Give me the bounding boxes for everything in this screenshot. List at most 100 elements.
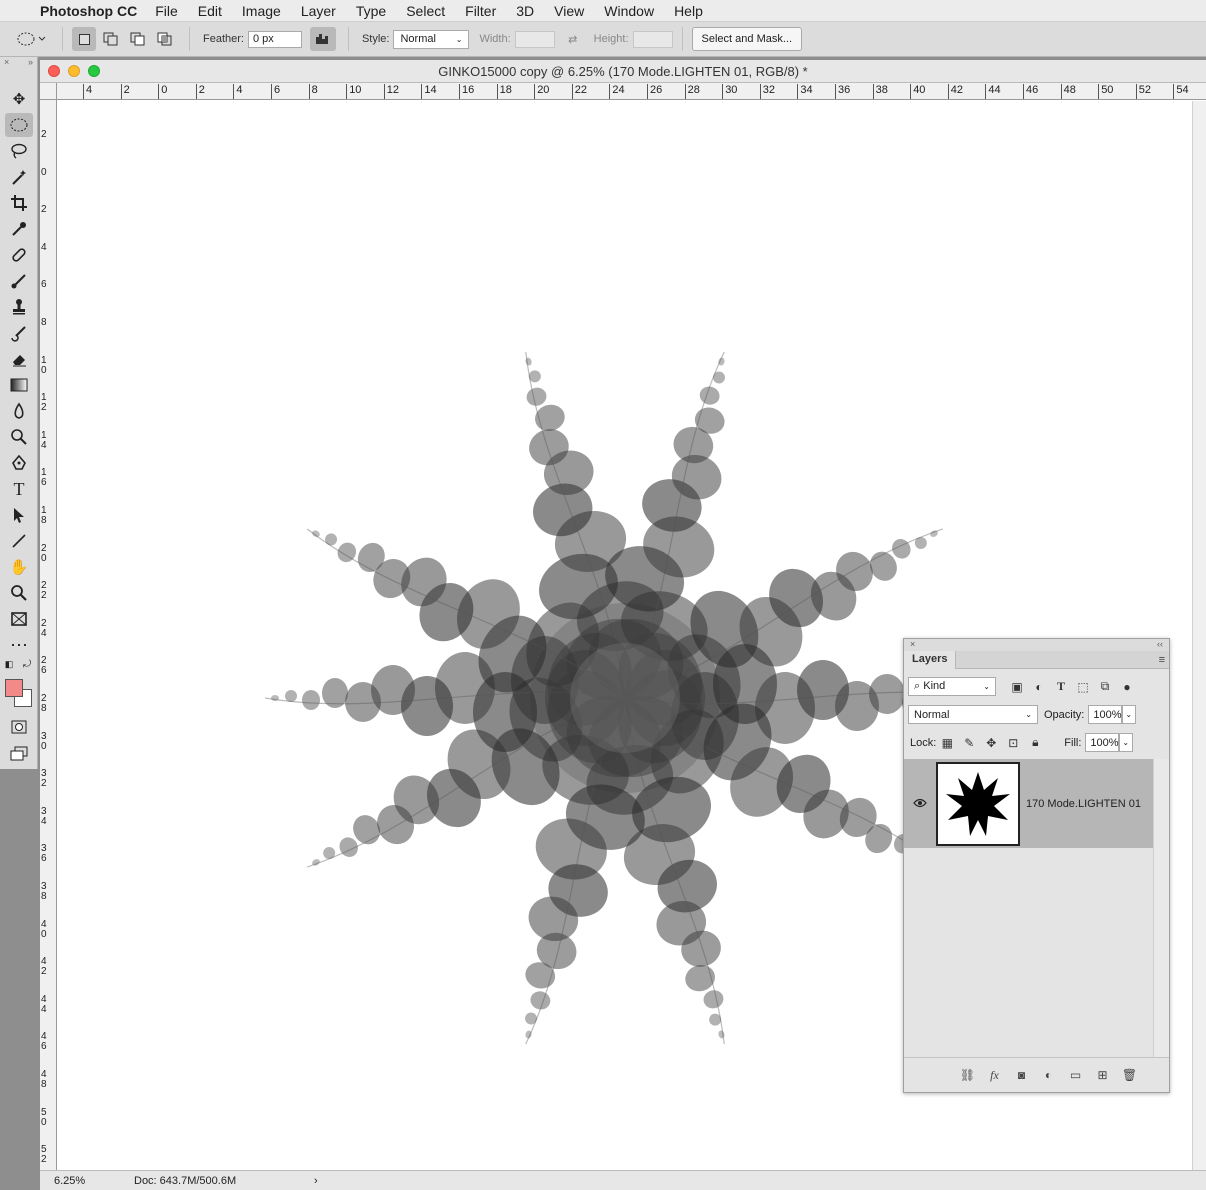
menu-edit[interactable]: Edit (198, 3, 222, 19)
intersect-selection-button[interactable] (153, 27, 177, 51)
menu-help[interactable]: Help (674, 3, 703, 19)
tools-panel: × » ✥ T ✋ ⋯ ◧ ⤾ (0, 57, 38, 769)
hand-tool-icon[interactable]: ✋ (5, 555, 33, 579)
lasso-tool-icon[interactable] (5, 139, 33, 163)
default-colors-icon[interactable]: ◧ (2, 657, 16, 671)
lock-all-icon[interactable]: 🔒︎ (1024, 735, 1046, 750)
new-layer-icon[interactable]: ⊞ (1089, 1068, 1116, 1082)
quick-mask-icon[interactable] (5, 715, 33, 739)
path-selection-tool-icon[interactable] (5, 503, 33, 527)
anti-alias-button[interactable] (309, 27, 336, 51)
lock-artboard-icon[interactable]: ⊡ (1002, 736, 1024, 750)
opacity-input[interactable]: 100% (1088, 705, 1123, 724)
gradient-tool-icon[interactable] (5, 373, 33, 397)
history-brush-tool-icon[interactable] (5, 321, 33, 345)
filter-toggle-icon[interactable]: ● (1116, 680, 1138, 694)
close-icon[interactable]: × (4, 57, 9, 69)
select-and-mask-button[interactable]: Select and Mask... (691, 27, 803, 51)
vertical-ruler[interactable]: 2024681012141618202224262830323436384042… (40, 100, 57, 1170)
tab-layers[interactable]: Layers (904, 651, 957, 669)
dodge-tool-icon[interactable] (5, 425, 33, 449)
vertical-scrollbar[interactable] (1192, 101, 1206, 1170)
layers-panel-footer: ⛓︎ fx ◙ ◐ ▭ ⊞ 🗑︎ (904, 1057, 1169, 1092)
chevron-down-icon: ⌄ (455, 34, 463, 44)
swap-colors-icon[interactable]: ⤾ (20, 657, 34, 671)
eyedropper-tool-icon[interactable] (5, 217, 33, 241)
link-layers-icon[interactable]: ⛓︎ (954, 1068, 981, 1082)
close-icon[interactable]: × (910, 639, 915, 651)
visibility-eye-icon[interactable] (904, 797, 936, 811)
horizontal-ruler[interactable]: 4 2 0 2 4 6 8 10 12 14 16 18 20 22 24 26 28 30 32 34 36 38 40 4… (57, 83, 1206, 100)
eraser-tool-icon[interactable] (5, 347, 33, 371)
status-menu-arrow[interactable]: › (314, 1175, 318, 1187)
ruler-tick-label: 18 (41, 505, 47, 526)
collapse-icon[interactable]: ‹‹ (1157, 639, 1163, 651)
lock-image-pixels-icon[interactable]: ✎ (958, 736, 980, 750)
add-to-selection-button[interactable] (99, 27, 123, 51)
ruler-tick-label: 0 (41, 166, 47, 178)
menu-window[interactable]: Window (604, 3, 654, 19)
type-tool-icon[interactable]: T (5, 477, 33, 501)
ruler-tick-label: 48 (1060, 84, 1076, 99)
panel-menu-icon[interactable]: ≡ (1159, 654, 1165, 666)
zoom-tool-icon[interactable] (5, 581, 33, 605)
elliptical-marquee-tool-icon[interactable] (5, 113, 33, 137)
fill-input[interactable]: 100% (1085, 733, 1120, 752)
menu-select[interactable]: Select (406, 3, 445, 19)
height-input[interactable] (632, 30, 673, 48)
line-tool-icon[interactable] (5, 529, 33, 553)
clone-stamp-tool-icon[interactable] (5, 295, 33, 319)
menu-layer[interactable]: Layer (301, 3, 336, 19)
collapse-icon[interactable]: » (28, 57, 33, 69)
menu-file[interactable]: File (155, 3, 178, 19)
ruler-tick-label: 24 (41, 617, 47, 639)
new-adjustment-layer-icon[interactable]: ◐ (1035, 1068, 1062, 1082)
blur-tool-icon[interactable] (5, 399, 33, 423)
menu-view[interactable]: View (554, 3, 584, 19)
menu-image[interactable]: Image (242, 3, 281, 19)
layer-style-fx-icon[interactable]: fx (981, 1068, 1008, 1083)
menu-3d[interactable]: 3D (516, 3, 534, 19)
move-tool-icon[interactable]: ✥ (5, 87, 33, 111)
shape-layer-filter-icon[interactable]: ⬚ (1072, 680, 1094, 694)
blend-mode-select[interactable]: Normal ⌄ (908, 705, 1038, 724)
style-select[interactable]: Normal ⌄ (393, 29, 470, 49)
new-group-folder-icon[interactable]: ▭ (1062, 1068, 1089, 1082)
width-input[interactable] (514, 30, 555, 48)
adjustment-layer-filter-icon[interactable]: ◐ (1028, 680, 1050, 694)
smart-object-filter-icon[interactable]: ⧉ (1094, 679, 1116, 694)
layer-thumbnail[interactable] (936, 761, 1020, 846)
healing-brush-tool-icon[interactable] (5, 243, 33, 267)
app-name-menu[interactable]: Photoshop CC (40, 3, 137, 19)
pixel-layer-filter-icon[interactable]: ▣ (1006, 680, 1028, 694)
lock-transparent-pixels-icon[interactable]: ▦ (936, 736, 958, 750)
brush-tool-icon[interactable] (5, 269, 33, 293)
magic-wand-tool-icon[interactable] (5, 165, 33, 189)
screen-mode-icon[interactable] (5, 741, 33, 765)
subtract-from-selection-button[interactable] (126, 27, 150, 51)
ruler-origin[interactable] (40, 83, 57, 100)
swap-width-height-icon[interactable]: ⇄ (561, 27, 585, 51)
add-layer-mask-icon[interactable]: ◙ (1008, 1068, 1035, 1082)
pen-tool-icon[interactable] (5, 451, 33, 475)
fill-dropdown-icon[interactable]: ⌄ (1119, 733, 1134, 752)
filter-kind-select[interactable]: ⌕ Kind ⌄ (908, 677, 996, 696)
layers-scrollbar[interactable] (1153, 759, 1169, 1057)
filter-kind-value: Kind (923, 680, 946, 692)
type-layer-filter-icon[interactable]: T (1050, 679, 1072, 694)
elliptical-marquee-preset-icon[interactable] (14, 27, 50, 51)
layer-row[interactable]: 170 Mode.LIGHTEN 01 (904, 759, 1153, 848)
menu-type[interactable]: Type (356, 3, 386, 19)
trash-icon[interactable]: 🗑︎ (1116, 1068, 1143, 1082)
lock-position-icon[interactable]: ✥ (980, 736, 1002, 750)
more-tools-icon[interactable]: ⋯ (5, 633, 33, 657)
zoom-level[interactable]: 6.25% (40, 1175, 96, 1187)
layer-name[interactable]: 170 Mode.LIGHTEN 01 (1026, 798, 1141, 810)
crop-tool-icon[interactable] (5, 191, 33, 215)
menu-filter[interactable]: Filter (465, 3, 496, 19)
new-selection-button[interactable] (72, 27, 96, 51)
frame-tool-icon[interactable] (5, 607, 33, 631)
foreground-color-swatch[interactable] (5, 679, 23, 697)
feather-input[interactable]: 0 px (247, 30, 302, 48)
opacity-dropdown-icon[interactable]: ⌄ (1122, 705, 1137, 724)
